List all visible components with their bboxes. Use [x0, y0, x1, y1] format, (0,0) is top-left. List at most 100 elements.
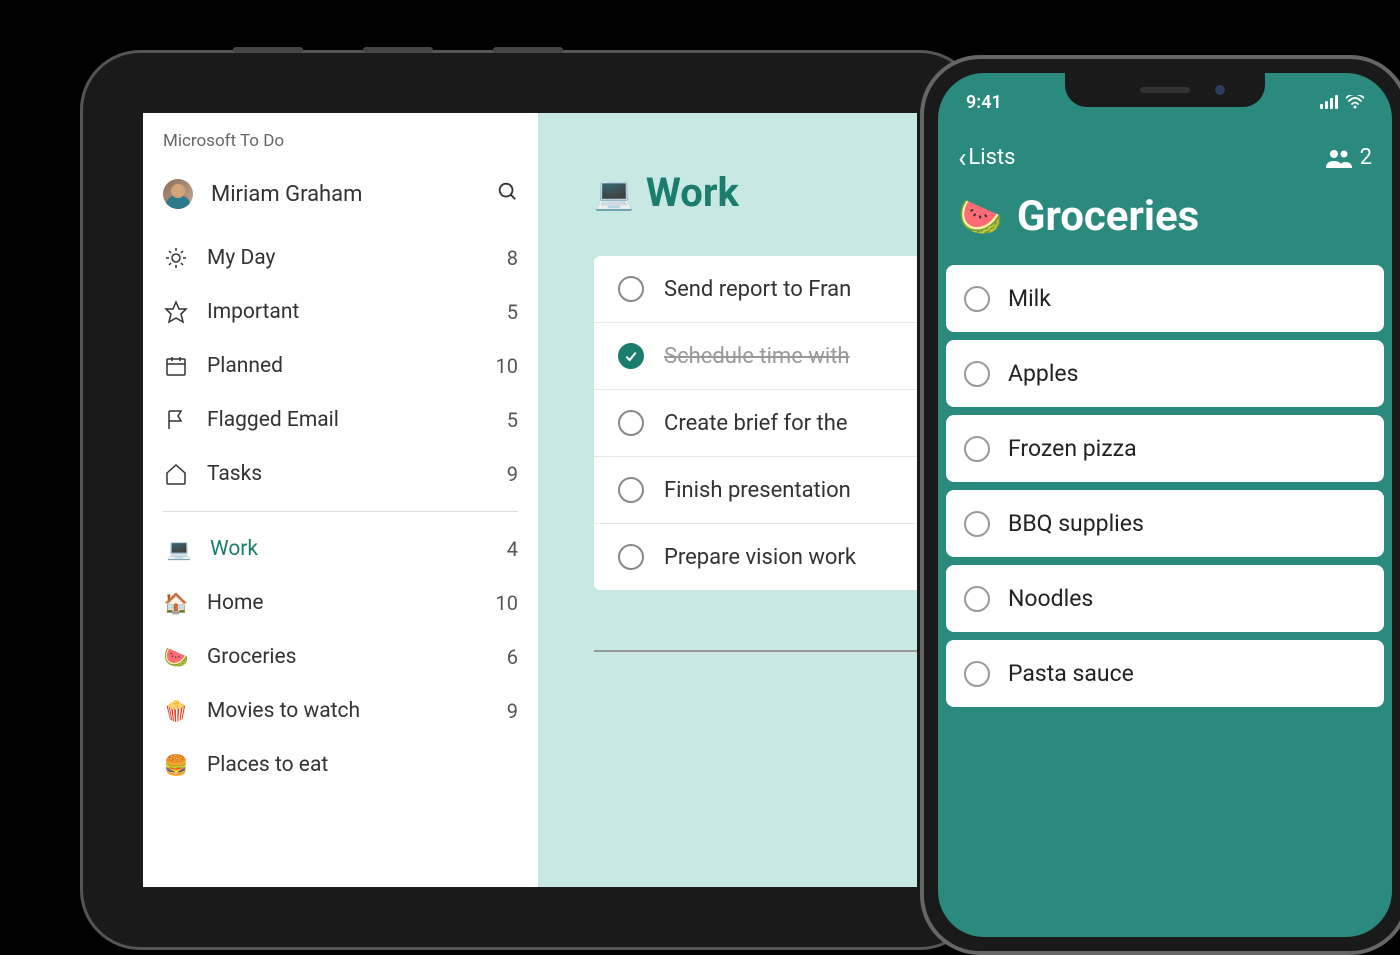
sidebar-item-groceries[interactable]: 🍉 Groceries 6	[143, 630, 538, 684]
task-checkbox[interactable]	[964, 586, 990, 612]
tablet-screen: Microsoft To Do Miriam Graham	[143, 113, 917, 887]
task-text: Prepare vision work	[664, 545, 856, 570]
task-text: Apples	[1008, 360, 1079, 387]
status-time: 9:41	[966, 92, 1002, 113]
sidebar-item-myday[interactable]: My Day 8	[143, 231, 538, 285]
share-button[interactable]: 2	[1326, 145, 1372, 170]
task-row[interactable]: Milk	[946, 265, 1384, 332]
nav-label: Groceries	[207, 645, 507, 669]
task-row[interactable]: Send report to Fran	[594, 256, 917, 323]
list-header-icon: 💻	[594, 174, 634, 212]
task-row[interactable]: Apples	[946, 340, 1384, 407]
nav-divider	[163, 511, 518, 512]
task-row[interactable]: Pasta sauce	[946, 640, 1384, 707]
nav-count: 9	[507, 462, 518, 486]
list-header: 💻 Work	[594, 169, 917, 216]
flag-icon	[163, 407, 189, 433]
task-text: Send report to Fran	[664, 277, 851, 302]
house-icon: 🏠	[163, 590, 189, 616]
phone-notch	[1065, 73, 1265, 107]
nav-count: 8	[507, 246, 518, 270]
task-row[interactable]: BBQ supplies	[946, 490, 1384, 557]
sidebar-item-tasks[interactable]: Tasks 9	[143, 447, 538, 501]
people-icon	[1326, 148, 1352, 168]
calendar-icon	[163, 353, 189, 379]
nav-label: Important	[207, 300, 507, 324]
phone-task-list: Milk Apples Frozen pizza BBQ supplies No…	[938, 265, 1392, 707]
back-label: Lists	[968, 145, 1015, 170]
task-checkbox[interactable]	[618, 544, 644, 570]
sidebar-item-work[interactable]: 💻 Work 4	[143, 522, 538, 576]
task-text: Finish presentation	[664, 478, 851, 503]
avatar	[163, 179, 193, 209]
list-title: Work	[646, 169, 739, 216]
chevron-left-icon: ‹	[958, 141, 966, 174]
nav-count: 4	[507, 537, 518, 561]
task-checkbox[interactable]	[964, 511, 990, 537]
home-icon	[163, 461, 189, 487]
task-checkbox[interactable]	[618, 477, 644, 503]
sun-icon	[163, 245, 189, 271]
nav-count: 6	[507, 645, 518, 669]
sidebar-item-movies[interactable]: 🍿 Movies to watch 9	[143, 684, 538, 738]
nav-label: Planned	[207, 354, 496, 378]
popcorn-icon: 🍿	[163, 698, 189, 724]
task-checkbox[interactable]	[618, 410, 644, 436]
task-row[interactable]: Create brief for the	[594, 390, 917, 457]
search-icon[interactable]	[496, 180, 518, 208]
task-text: Milk	[1008, 285, 1051, 312]
tablet-device: Microsoft To Do Miriam Graham	[80, 50, 980, 950]
wifi-icon	[1346, 95, 1364, 109]
task-text: Noodles	[1008, 585, 1093, 612]
phone-header: ‹ Lists 2	[938, 123, 1392, 188]
task-text: Frozen pizza	[1008, 435, 1137, 462]
phone-screen: 9:41 ‹ Lists	[938, 73, 1392, 937]
sidebar-item-important[interactable]: Important 5	[143, 285, 538, 339]
nav-label: Movies to watch	[207, 699, 507, 723]
work-icon: 💻	[166, 536, 192, 562]
nav-count: 10	[496, 591, 518, 615]
list-icon: 🍉	[958, 196, 1003, 238]
burger-icon: 🍔	[163, 752, 189, 778]
sidebar-item-planned[interactable]: Planned 10	[143, 339, 538, 393]
task-checkbox[interactable]	[964, 436, 990, 462]
nav-label: Places to eat	[207, 753, 518, 777]
back-button[interactable]: ‹ Lists	[958, 141, 1016, 174]
app-title: Microsoft To Do	[143, 131, 538, 169]
nav-count: 9	[507, 699, 518, 723]
task-checkbox[interactable]	[618, 276, 644, 302]
sidebar-item-home[interactable]: 🏠 Home 10	[143, 576, 538, 630]
signal-icon	[1320, 95, 1338, 109]
task-checkbox[interactable]	[964, 361, 990, 387]
nav-label: Work	[210, 537, 507, 561]
main-task-area: 💻 Work Send report to Fran Schedule time…	[538, 113, 917, 887]
task-row[interactable]: Noodles	[946, 565, 1384, 632]
nav-label: Tasks	[207, 462, 507, 486]
phone-list-header: 🍉 Groceries	[938, 188, 1392, 265]
task-row[interactable]: Prepare vision work	[594, 524, 917, 590]
watermelon-icon: 🍉	[163, 644, 189, 670]
task-checkbox[interactable]	[964, 661, 990, 687]
task-list: Send report to Fran Schedule time with C…	[594, 256, 917, 590]
task-checkbox[interactable]	[964, 286, 990, 312]
nav-count: 10	[496, 354, 518, 378]
task-checkbox-checked[interactable]	[618, 343, 644, 369]
user-profile[interactable]: Miriam Graham	[143, 169, 538, 231]
task-row[interactable]: Finish presentation	[594, 457, 917, 524]
nav-count: 5	[507, 300, 518, 324]
task-text: Pasta sauce	[1008, 660, 1134, 687]
task-row[interactable]: Schedule time with	[594, 323, 917, 390]
sidebar-item-flagged[interactable]: Flagged Email 5	[143, 393, 538, 447]
nav-label: Home	[207, 591, 496, 615]
phone-list-title: Groceries	[1017, 192, 1199, 241]
user-name: Miriam Graham	[211, 182, 496, 207]
nav-label: My Day	[207, 246, 507, 270]
nav-label: Flagged Email	[207, 408, 507, 432]
sidebar-item-places[interactable]: 🍔 Places to eat	[143, 738, 538, 792]
task-row[interactable]: Frozen pizza	[946, 415, 1384, 482]
nav-count: 5	[507, 408, 518, 432]
share-count: 2	[1360, 145, 1372, 170]
completed-divider	[594, 650, 917, 652]
status-indicators	[1320, 95, 1364, 109]
sidebar: Microsoft To Do Miriam Graham	[143, 113, 538, 887]
